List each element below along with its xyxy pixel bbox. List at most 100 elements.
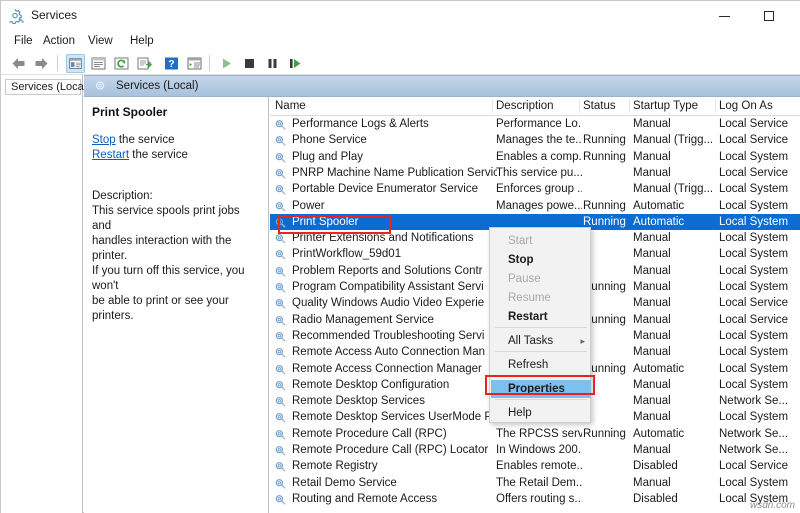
start-service-icon[interactable] [217, 54, 236, 73]
table-row[interactable]: Plug and PlayEnables a comp...RunningMan… [270, 149, 800, 165]
table-row[interactable]: PNRP Machine Name Publication ServiceThi… [270, 165, 800, 181]
show-hide-console-tree-icon[interactable] [66, 54, 85, 73]
context-menu-item-label: Pause [508, 273, 541, 285]
maximize-button[interactable] [746, 1, 792, 31]
table-row[interactable]: Phone ServiceManages the te...RunningMan… [270, 132, 800, 148]
cell-log-on-as: Local System [719, 281, 800, 293]
cell-name: Performance Logs & Alerts [292, 118, 497, 130]
context-menu-item-all-tasks[interactable]: All Tasks▸ [491, 332, 591, 350]
toolbar-separator-2 [209, 55, 210, 71]
cell-log-on-as: Local System [719, 151, 800, 163]
cell-log-on-as: Local System [719, 363, 800, 375]
column-header-name[interactable]: Name [275, 100, 306, 112]
context-menu-item-restart[interactable]: Restart [491, 308, 591, 326]
sidebar-item-services-local[interactable]: Services (Local) [5, 79, 81, 95]
menu-bar: File Action View Help [1, 31, 800, 51]
services-window: Services File Action View Help [0, 0, 800, 513]
details-pane: Services (Local) Print Spooler Stop the … [84, 75, 800, 513]
stop-service-link[interactable]: Stop [92, 134, 116, 146]
service-gear-icon [274, 330, 287, 343]
cell-log-on-as: Network Se... [719, 395, 800, 407]
minimize-button[interactable] [701, 1, 747, 31]
service-gear-icon [274, 411, 287, 424]
stop-service-action: Stop the service [92, 133, 260, 148]
menu-help[interactable]: Help [125, 34, 159, 48]
cell-startup-type: Disabled [633, 493, 717, 505]
toolbar: ? [1, 51, 800, 75]
cell-log-on-as: Local System [719, 330, 800, 342]
table-row[interactable]: Remote Procedure Call (RPC) LocatorIn Wi… [270, 442, 800, 458]
menu-view[interactable]: View [83, 34, 118, 48]
export-list-icon[interactable] [135, 54, 154, 73]
context-menu-item-properties[interactable]: Properties [491, 380, 591, 398]
cell-name: Remote Access Auto Connection Man [292, 346, 497, 358]
cell-startup-type: Manual [633, 477, 717, 489]
restart-service-link[interactable]: Restart [92, 149, 129, 161]
context-menu-item-help[interactable]: Help [491, 404, 591, 422]
cell-startup-type: Disabled [633, 460, 717, 472]
cell-description: Performance Lo... [496, 118, 582, 130]
cell-log-on-as: Network Se... [719, 428, 800, 440]
table-row[interactable]: Routing and Remote AccessOffers routing … [270, 491, 800, 507]
console-tree-pane: Services (Local) [1, 75, 83, 513]
cell-name: Remote Procedure Call (RPC) [292, 428, 497, 440]
service-gear-icon [274, 151, 287, 164]
column-divider[interactable] [629, 99, 630, 113]
cell-status: Running [583, 151, 631, 163]
context-menu-item-refresh[interactable]: Refresh [491, 356, 591, 374]
column-header-startup[interactable]: Startup Type [633, 100, 698, 112]
table-row[interactable]: Remote Procedure Call (RPC)The RPCSS ser… [270, 426, 800, 442]
watermark: wsdn.com [750, 500, 795, 511]
cell-startup-type: Manual [633, 118, 717, 130]
column-header-status[interactable]: Status [583, 100, 616, 112]
cell-name: Portable Device Enumerator Service [292, 183, 497, 195]
context-menu-item-label: Resume [508, 292, 551, 304]
restart-service-icon[interactable] [286, 54, 305, 73]
table-row[interactable]: Remote RegistryEnables remote...Disabled… [270, 458, 800, 474]
cell-log-on-as: Local System [719, 248, 800, 260]
cell-status: Running [583, 216, 631, 228]
cell-description: Manages powe... [496, 200, 582, 212]
pause-service-icon[interactable] [263, 54, 282, 73]
column-divider[interactable] [579, 99, 580, 113]
context-menu-item-start: Start [491, 232, 591, 250]
maximize-icon [764, 11, 774, 21]
stop-service-icon[interactable] [240, 54, 259, 73]
cell-name: Phone Service [292, 134, 497, 146]
service-gear-icon [274, 379, 287, 392]
column-divider[interactable] [492, 99, 493, 113]
cell-startup-type: Manual [633, 297, 717, 309]
context-menu: StartStop Pause Resume Restart All Tasks▸ Ref… [489, 227, 591, 423]
properties-icon[interactable] [89, 54, 108, 73]
service-detail-panel: Print Spooler Stop the service Restart t… [84, 97, 269, 513]
services-gear-icon [94, 79, 108, 93]
table-row[interactable]: Portable Device Enumerator ServiceEnforc… [270, 181, 800, 197]
column-header-description[interactable]: Description [496, 100, 554, 112]
cell-log-on-as: Local Service [719, 314, 800, 326]
minimize-icon [719, 16, 730, 17]
table-row[interactable]: Retail Demo ServiceThe Retail Dem...Manu… [270, 475, 800, 491]
forward-arrow-icon[interactable] [32, 54, 51, 73]
back-arrow-icon[interactable] [9, 54, 28, 73]
refresh-icon[interactable] [112, 54, 131, 73]
help-icon[interactable]: ? [162, 54, 181, 73]
menu-action[interactable]: Action [38, 34, 80, 48]
table-row[interactable]: PowerManages powe...RunningAutomaticLoca… [270, 198, 800, 214]
cell-status: Running [583, 134, 631, 146]
cell-startup-type: Automatic [633, 200, 717, 212]
cell-description: In Windows 200... [496, 444, 582, 456]
context-menu-item-label: Help [508, 407, 532, 419]
column-header-logon[interactable]: Log On As [719, 100, 773, 112]
cell-log-on-as: Local System [719, 232, 800, 244]
service-gear-icon [274, 118, 287, 131]
service-gear-icon [274, 265, 287, 278]
table-row[interactable]: Performance Logs & AlertsPerformance Lo.… [270, 116, 800, 132]
cell-startup-type: Manual [633, 346, 717, 358]
context-menu-item-stop[interactable]: Stop [491, 251, 591, 269]
cell-log-on-as: Local System [719, 346, 800, 358]
column-divider[interactable] [715, 99, 716, 113]
cell-description: Enforces group ... [496, 183, 582, 195]
show-hide-action-pane-icon[interactable] [185, 54, 204, 73]
menu-file[interactable]: File [9, 34, 38, 48]
cell-log-on-as: Network Se... [719, 444, 800, 456]
